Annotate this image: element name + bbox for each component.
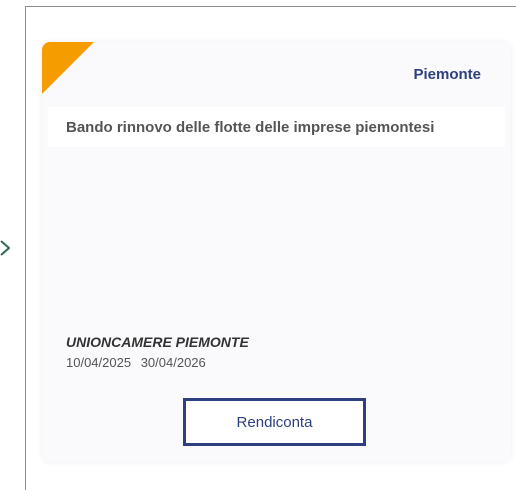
chevron-right-icon[interactable]: [0, 240, 10, 256]
bando-title: Bando rinnovo delle flotte delle imprese…: [66, 119, 435, 136]
date-end: 30/04/2026: [140, 355, 206, 370]
corner-accent: [42, 42, 94, 94]
region-label: Piemonte: [413, 66, 481, 83]
page: Piemonte Bando rinnovo delle flotte dell…: [0, 0, 517, 490]
bando-card: Piemonte Bando rinnovo delle flotte dell…: [42, 42, 511, 462]
organization-name: UNIONCAMERE PIEMONTE: [66, 334, 249, 350]
date-range: 10/04/2025 30/04/2026: [66, 355, 206, 370]
rendiconta-button[interactable]: Rendiconta: [183, 398, 366, 446]
date-start: 10/04/2025: [66, 355, 132, 370]
